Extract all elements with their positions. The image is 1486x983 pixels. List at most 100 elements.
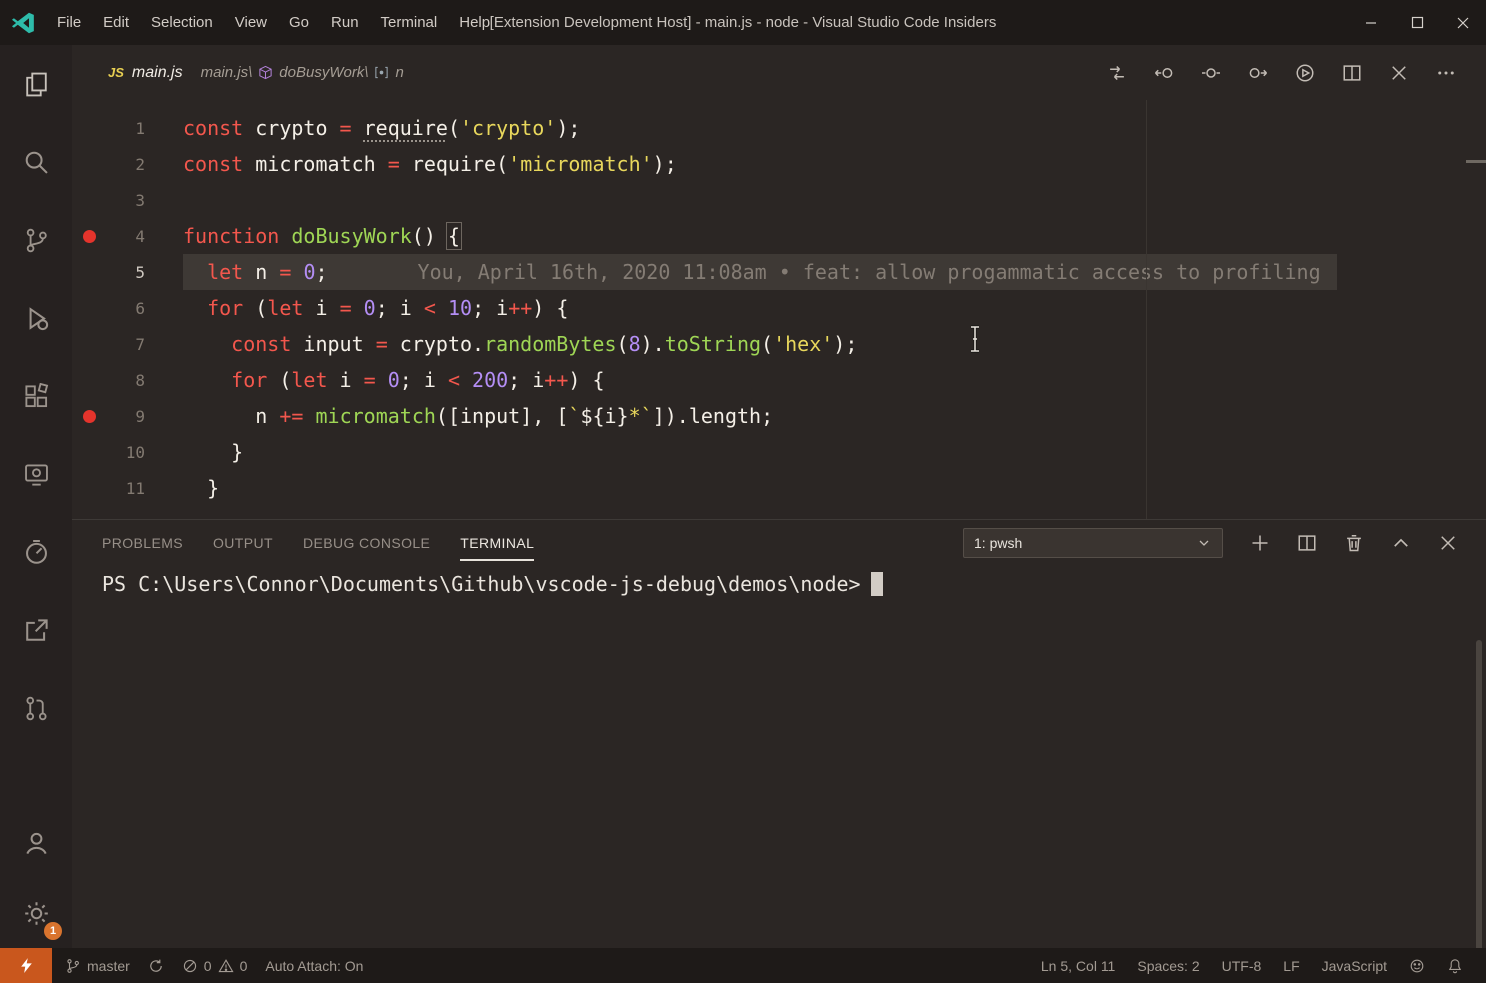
code-line-8[interactable]: 8 for (let i = 0; i < 200; i++) { xyxy=(72,362,1486,398)
gutter[interactable]: 8 xyxy=(72,362,183,398)
cursor-position-indicator[interactable]: Ln 5, Col 11 xyxy=(1030,958,1126,974)
code-line-7[interactable]: 7 const input = crypto.randomBytes(8).to… xyxy=(72,326,1486,362)
step-forward-icon[interactable] xyxy=(1248,63,1268,83)
notifications-button[interactable] xyxy=(1436,958,1474,974)
breakpoint-slot[interactable] xyxy=(72,470,106,506)
breakpoint-slot[interactable] xyxy=(72,362,106,398)
source-control-icon[interactable] xyxy=(0,201,72,279)
open-changes-icon[interactable] xyxy=(1107,63,1127,83)
indentation-indicator[interactable]: Spaces: 2 xyxy=(1126,958,1210,974)
breakpoint-slot[interactable] xyxy=(72,110,106,146)
encoding-indicator[interactable]: UTF-8 xyxy=(1211,958,1273,974)
close-window-icon[interactable] xyxy=(1440,0,1486,45)
menu-file[interactable]: File xyxy=(46,0,92,45)
code-line-1[interactable]: 1const crypto = require('crypto'); xyxy=(72,110,1486,146)
breakpoint-slot[interactable] xyxy=(72,254,106,290)
run-profile-icon[interactable] xyxy=(1295,63,1315,83)
code-token: let xyxy=(267,296,303,320)
breakpoint-dot[interactable] xyxy=(72,218,106,254)
more-actions-icon[interactable] xyxy=(1436,63,1456,83)
code-line-3[interactable]: 3 xyxy=(72,182,1486,218)
code-token: 200 xyxy=(472,368,508,392)
terminal-prompt-line: PS C:\Users\Connor\Documents\Github\vsco… xyxy=(72,566,1486,596)
code-line-5[interactable]: 5 let n = 0;You, April 16th, 2020 11:08a… xyxy=(72,254,1486,290)
run-debug-icon[interactable] xyxy=(0,279,72,357)
github-pull-request-icon[interactable] xyxy=(0,669,72,747)
explorer-icon[interactable] xyxy=(0,45,72,123)
language-mode-indicator[interactable]: JavaScript xyxy=(1311,958,1398,974)
code-token: ], [ xyxy=(520,404,568,428)
breadcrumb-variable[interactable]: n xyxy=(395,64,403,81)
code-token xyxy=(183,260,207,284)
code-line-10[interactable]: 10 } xyxy=(72,434,1486,470)
sync-button[interactable] xyxy=(139,958,173,974)
menu-edit[interactable]: Edit xyxy=(92,0,140,45)
panel-tab-output[interactable]: OUTPUT xyxy=(213,520,273,566)
line-number: 7 xyxy=(106,335,145,354)
terminal[interactable]: PS C:\Users\Connor\Documents\Github\vsco… xyxy=(72,566,1486,948)
breadcrumb-file[interactable]: main.js\ xyxy=(201,64,253,81)
minimize-icon[interactable] xyxy=(1348,0,1394,45)
code-line-9[interactable]: 9 n += micromatch([input], [`${i}*`]).le… xyxy=(72,398,1486,434)
menu-selection[interactable]: Selection xyxy=(140,0,224,45)
line-content: } xyxy=(183,470,219,506)
remote-explorer-icon[interactable] xyxy=(0,435,72,513)
auto-attach-indicator[interactable]: Auto Attach: On xyxy=(256,958,372,974)
gutter[interactable]: 10 xyxy=(72,434,183,470)
gutter[interactable]: 6 xyxy=(72,290,183,326)
gutter[interactable]: 1 xyxy=(72,110,183,146)
terminal-scrollbar[interactable] xyxy=(1476,640,1482,982)
gutter[interactable]: 2 xyxy=(72,146,183,182)
code-token: input xyxy=(291,332,375,356)
problems-indicator[interactable]: 0 0 xyxy=(173,958,257,974)
search-icon[interactable] xyxy=(0,123,72,201)
close-editor-icon[interactable] xyxy=(1389,63,1409,83)
code-line-6[interactable]: 6 for (let i = 0; i < 10; i++) { xyxy=(72,290,1486,326)
terminal-select[interactable]: 1: pwsh xyxy=(963,528,1223,558)
eol-indicator[interactable]: LF xyxy=(1272,958,1310,974)
kill-terminal-trash-icon[interactable] xyxy=(1344,533,1364,553)
account-icon[interactable] xyxy=(0,808,72,878)
menu-go[interactable]: Go xyxy=(278,0,320,45)
gutter[interactable]: 9 xyxy=(72,398,183,434)
breakpoint-slot[interactable] xyxy=(72,182,106,218)
menu-terminal[interactable]: Terminal xyxy=(370,0,449,45)
blame-annotation: You, April 16th, 2020 11:08am • feat: al… xyxy=(418,260,1321,284)
maximize-panel-icon[interactable] xyxy=(1391,533,1411,553)
breakpoint-dot[interactable] xyxy=(72,398,106,434)
maximize-icon[interactable] xyxy=(1394,0,1440,45)
step-back-icon[interactable] xyxy=(1154,63,1174,83)
editor-tab-main-js[interactable]: main.js xyxy=(132,64,183,82)
panel-tab-terminal[interactable]: TERMINAL xyxy=(460,520,534,566)
panel-tab-problems[interactable]: PROBLEMS xyxy=(102,520,183,566)
gutter[interactable]: 3 xyxy=(72,182,183,218)
close-panel-icon[interactable] xyxy=(1438,533,1458,553)
new-terminal-icon[interactable] xyxy=(1250,533,1270,553)
menu-run[interactable]: Run xyxy=(320,0,370,45)
gutter[interactable]: 4 xyxy=(72,218,183,254)
split-terminal-icon[interactable] xyxy=(1297,533,1317,553)
remote-indicator[interactable] xyxy=(0,948,52,983)
code-line-11[interactable]: 11 } xyxy=(72,470,1486,506)
breakpoint-slot[interactable] xyxy=(72,434,106,470)
extensions-icon[interactable] xyxy=(0,357,72,435)
live-share-icon[interactable] xyxy=(0,591,72,669)
line-content: for (let i = 0; i < 200; i++) { xyxy=(183,362,605,398)
menu-view[interactable]: View xyxy=(224,0,278,45)
profile-icon[interactable] xyxy=(0,513,72,591)
breakpoint-slot[interactable] xyxy=(72,146,106,182)
reverse-continue-icon[interactable] xyxy=(1201,63,1221,83)
gutter[interactable]: 11 xyxy=(72,470,183,506)
breakpoint-slot[interactable] xyxy=(72,290,106,326)
panel-tab-debug-console[interactable]: DEBUG CONSOLE xyxy=(303,520,430,566)
branch-indicator[interactable]: master xyxy=(56,958,139,974)
gutter[interactable]: 7 xyxy=(72,326,183,362)
breadcrumb-symbol[interactable]: doBusyWork\ xyxy=(279,64,368,81)
feedback-button[interactable] xyxy=(1398,958,1436,974)
split-editor-icon[interactable] xyxy=(1342,63,1362,83)
settings-gear-icon[interactable]: 1 xyxy=(0,878,72,948)
breakpoint-slot[interactable] xyxy=(72,326,106,362)
code-line-4[interactable]: 4function doBusyWork() { xyxy=(72,218,1486,254)
gutter[interactable]: 5 xyxy=(72,254,183,290)
code-line-2[interactable]: 2const micromatch = require('micromatch'… xyxy=(72,146,1486,182)
